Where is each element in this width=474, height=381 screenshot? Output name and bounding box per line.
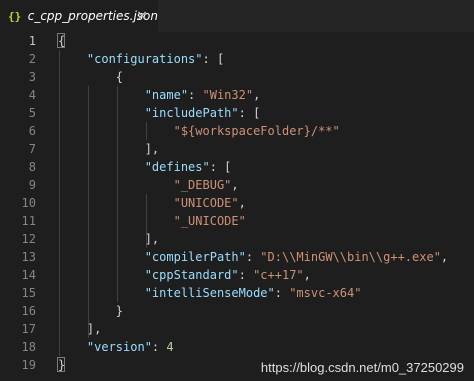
- code-line[interactable]: 17 ],: [0, 320, 474, 338]
- code-token: ],: [58, 232, 160, 246]
- json-file-icon: {}: [8, 9, 22, 23]
- code-text: {: [58, 68, 123, 86]
- code-text: "_DEBUG",: [58, 176, 239, 194]
- code-text: "_UNICODE": [58, 212, 246, 230]
- code-token: :: [238, 268, 254, 282]
- code-line[interactable]: 6 "${workspaceFolder}/**": [0, 122, 474, 140]
- code-line[interactable]: 18 "version": 4: [0, 338, 474, 356]
- code-text: "${workspaceFolder}/**": [58, 122, 340, 140]
- line-number: 12: [21, 232, 36, 246]
- code-token: ,: [231, 178, 239, 192]
- line-number: 2: [28, 52, 36, 66]
- code-token: "${workspaceFolder}/**": [58, 124, 340, 138]
- code-token: "c++17": [253, 268, 304, 282]
- line-number: 8: [28, 160, 36, 174]
- code-token: :: [245, 250, 261, 264]
- tab-bar: {} c_cpp_properties.json ×: [0, 0, 474, 32]
- code-token: }: [58, 358, 66, 372]
- line-number: 5: [28, 106, 36, 120]
- code-line[interactable]: 8 "defines": [: [0, 158, 474, 176]
- code-line[interactable]: 11 "_UNICODE": [0, 212, 474, 230]
- code-text: "compilerPath": "D:\\MinGW\\bin\\g++.exe…: [58, 248, 448, 266]
- code-token: "_DEBUG": [58, 178, 232, 192]
- code-editor[interactable]: 1{2 "configurations": [3 {4 "name": "Win…: [0, 32, 474, 381]
- code-token: :: [274, 286, 290, 300]
- code-line[interactable]: 14 "cppStandard": "c++17",: [0, 266, 474, 284]
- line-number: 16: [21, 304, 36, 318]
- code-token: "defines": [58, 160, 210, 174]
- line-number: 15: [21, 286, 36, 300]
- watermark: https://blog.csdn.net/m0_37250299: [260, 360, 464, 375]
- code-token: "Win32": [202, 88, 254, 102]
- code-token: "configurations": [58, 52, 203, 66]
- code-text: }: [58, 302, 123, 320]
- line-number: 18: [21, 340, 36, 354]
- code-text: ],: [58, 140, 159, 158]
- code-text: "defines": [: [58, 158, 232, 176]
- line-number: 14: [21, 268, 36, 282]
- code-text: "cppStandard": "c++17",: [58, 266, 311, 284]
- code-line[interactable]: 4 "name": "Win32",: [0, 86, 474, 104]
- code-line[interactable]: 2 "configurations": [: [0, 50, 474, 68]
- code-token: "_UNICODE": [58, 214, 246, 228]
- code-token: 4: [166, 340, 174, 354]
- line-number: 10: [21, 196, 36, 210]
- code-token: "D:\\MinGW\\bin\\g++.exe": [260, 250, 441, 264]
- line-number: 1: [28, 34, 36, 48]
- code-line[interactable]: 7 ],: [0, 140, 474, 158]
- code-line[interactable]: 9 "_DEBUG",: [0, 176, 474, 194]
- code-token: :: [188, 88, 203, 102]
- code-token: : [: [202, 52, 225, 66]
- close-icon[interactable]: ×: [134, 8, 150, 24]
- code-text: "intelliSenseMode": "msvc-x64": [58, 284, 362, 302]
- code-text: "configurations": [: [58, 50, 224, 68]
- code-line[interactable]: 15 "intelliSenseMode": "msvc-x64": [0, 284, 474, 302]
- code-token: "msvc-x64": [289, 286, 362, 300]
- line-number: 9: [28, 178, 36, 192]
- code-token: : [: [238, 106, 261, 120]
- code-token: "cppStandard": [58, 268, 239, 282]
- code-token: "name": [58, 88, 189, 102]
- code-token: : [: [209, 160, 232, 174]
- code-text: }: [58, 356, 65, 374]
- code-token: "compilerPath": [58, 250, 246, 264]
- line-number: 6: [28, 124, 36, 138]
- code-text: "version": 4: [58, 338, 174, 356]
- code-token: {: [58, 34, 66, 48]
- code-line[interactable]: 3 {: [0, 68, 474, 86]
- code-text: {: [58, 32, 65, 50]
- code-token: :: [151, 340, 167, 354]
- code-text: ],: [58, 230, 159, 248]
- code-token: "UNICODE": [58, 196, 239, 210]
- code-token: ,: [253, 88, 261, 102]
- line-number: 7: [28, 142, 36, 156]
- line-number: 11: [21, 214, 36, 228]
- code-token: "intelliSenseMode": [58, 286, 275, 300]
- code-token: "version": [58, 340, 152, 354]
- code-line[interactable]: 1{: [0, 32, 474, 50]
- line-number: 19: [21, 358, 36, 372]
- line-number: 3: [28, 70, 36, 84]
- code-line[interactable]: 12 ],: [0, 230, 474, 248]
- code-token: ,: [303, 268, 311, 282]
- code-token: }: [58, 304, 124, 318]
- code-line[interactable]: 13 "compilerPath": "D:\\MinGW\\bin\\g++.…: [0, 248, 474, 266]
- code-token: ],: [58, 322, 102, 336]
- code-text: "name": "Win32",: [58, 86, 261, 104]
- code-token: ],: [58, 142, 160, 156]
- code-text: "UNICODE",: [58, 194, 246, 212]
- code-line[interactable]: 10 "UNICODE",: [0, 194, 474, 212]
- code-token: ,: [440, 250, 449, 264]
- code-text: ],: [58, 320, 101, 338]
- tab-c-cpp-properties[interactable]: {} c_cpp_properties.json ×: [0, 0, 158, 32]
- code-text: "includePath": [: [58, 104, 261, 122]
- line-number: 13: [21, 250, 36, 264]
- code-line[interactable]: 5 "includePath": [: [0, 104, 474, 122]
- line-number: 4: [28, 88, 36, 102]
- code-token: "includePath": [58, 106, 239, 120]
- code-line[interactable]: 16 }: [0, 302, 474, 320]
- line-number: 17: [21, 322, 36, 336]
- code-token: ,: [238, 196, 246, 210]
- code-token: {: [58, 70, 124, 84]
